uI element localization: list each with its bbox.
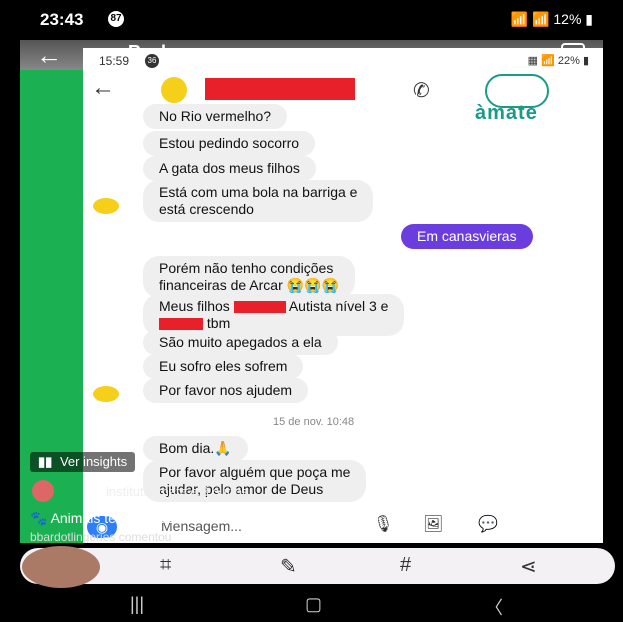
message-line: Meus filhos xyxy=(159,298,230,314)
message-bubble: No Rio vermelho? xyxy=(143,104,288,129)
collab-row[interactable]: institutoamate e 3 outros xyxy=(32,480,332,502)
message-bubble: Está com uma bola na barriga e está cres… xyxy=(143,180,374,222)
redacted-text xyxy=(159,318,203,331)
like-icon[interactable]: ♡ xyxy=(563,340,603,365)
chat-screenshot: 15:59 36 ▦ 📶 22% ▮ ← ✆ àmate No Rio verm… xyxy=(83,48,603,543)
recents-icon[interactable]: ||| xyxy=(130,594,144,615)
message-bubble: Bom dia.🙏 xyxy=(143,436,248,461)
message-bubble: Eu sofro eles sofrem xyxy=(143,354,304,379)
phone-icon[interactable]: ✆ xyxy=(413,78,430,103)
my-message-bubble: Em canasvieras xyxy=(401,224,533,249)
inner-battery: ▦ 📶 22% ▮ xyxy=(527,55,589,67)
reel-actions: ♡ ○ ➤ ⋮ xyxy=(563,340,603,510)
message-line: Porém não tenho condições xyxy=(159,260,334,276)
microphone-icon[interactable]: 🎙 xyxy=(373,514,393,534)
battery-level: 📶 📶 12% ▮ xyxy=(510,11,593,27)
message-line: tbm xyxy=(206,315,231,331)
redacted-text xyxy=(233,301,286,314)
message-bubble: A gata dos meus filhos xyxy=(143,156,316,181)
contact-avatar-small xyxy=(93,198,119,214)
contact-name-redacted xyxy=(205,78,355,100)
caption-text: Animais têm o poder de transformar vidas… xyxy=(50,510,315,526)
message-bubble: Por favor nos ajudem xyxy=(143,378,309,403)
message-line: Por favor alguém que poça me xyxy=(159,464,351,480)
system-nav: ||| ▢ 〈 xyxy=(0,588,623,622)
profile-avatar[interactable] xyxy=(32,480,54,502)
comment-icon[interactable]: ○ xyxy=(563,381,603,404)
share-node-icon[interactable]: ⋖ xyxy=(520,554,537,579)
message-date: 15 de nov. 10:48 xyxy=(273,416,355,428)
edit-icon[interactable]: ✎ xyxy=(280,554,297,579)
contact-avatar[interactable] xyxy=(161,77,187,103)
inner-status-bar: 15:59 36 ▦ 📶 22% ▮ xyxy=(99,52,589,72)
chat-back-icon[interactable]: ← xyxy=(91,74,115,102)
logo-word: àmate xyxy=(475,102,538,124)
message-bubble: Porém não tenho condições financeiras de… xyxy=(143,256,355,298)
status-time: 23:43 xyxy=(40,10,84,29)
amate-logo: àmate xyxy=(441,72,581,128)
screen: 23:43 87 📶 📶 12% ▮ ← Reels 15:59 36 ▦ 📶 … xyxy=(0,0,623,622)
user-avatar[interactable] xyxy=(22,546,100,588)
more-icon[interactable]: ⋮ xyxy=(563,461,603,486)
share-icon[interactable]: ➤ xyxy=(563,420,603,445)
scan-icon[interactable]: ⌗ xyxy=(160,554,171,577)
notification-badge: 87 xyxy=(108,11,124,27)
sticker-icon[interactable]: 💬 xyxy=(478,514,498,534)
collab-text[interactable]: institutoamate e 3 outros xyxy=(106,484,248,499)
gallery-icon[interactable]: 🖼 xyxy=(423,514,443,534)
bottom-toolbar: ⌗ ✎ # ⋖ xyxy=(20,546,615,588)
message-line: está crescendo xyxy=(159,201,254,217)
back-arrow-icon[interactable]: ← xyxy=(36,40,62,71)
home-icon[interactable]: ▢ xyxy=(305,594,322,615)
insights-icon: ▮▮ xyxy=(38,454,53,469)
back-icon[interactable]: 〈 xyxy=(485,594,503,620)
frame-edge-left xyxy=(0,40,20,622)
commenter[interactable]: bbardotlingeries comentou xyxy=(30,530,171,544)
status-bar: 23:43 87 📶 📶 12% ▮ xyxy=(0,0,623,40)
message-bubble: São muito apegados a ela xyxy=(143,330,338,355)
insights-button[interactable]: ▮▮ Ver insights xyxy=(30,452,136,472)
message-line: financeiras de Arcar 😭😭😭 xyxy=(159,277,339,293)
frame-edge-right xyxy=(603,40,623,622)
inner-badge: 36 xyxy=(145,54,159,68)
hashtag-icon[interactable]: # xyxy=(400,554,411,577)
inner-time: 15:59 xyxy=(99,54,130,68)
reel-caption[interactable]: 🐾 Animais têm o poder de transformar vid… xyxy=(30,510,314,527)
message-line: Está com uma bola na barriga e xyxy=(159,184,358,200)
contact-avatar-small xyxy=(93,386,119,402)
message-bubble: Estou pedindo socorro xyxy=(143,131,316,156)
insights-label: Ver insights xyxy=(59,454,128,469)
message-line: Autista nível 3 e xyxy=(288,298,389,314)
